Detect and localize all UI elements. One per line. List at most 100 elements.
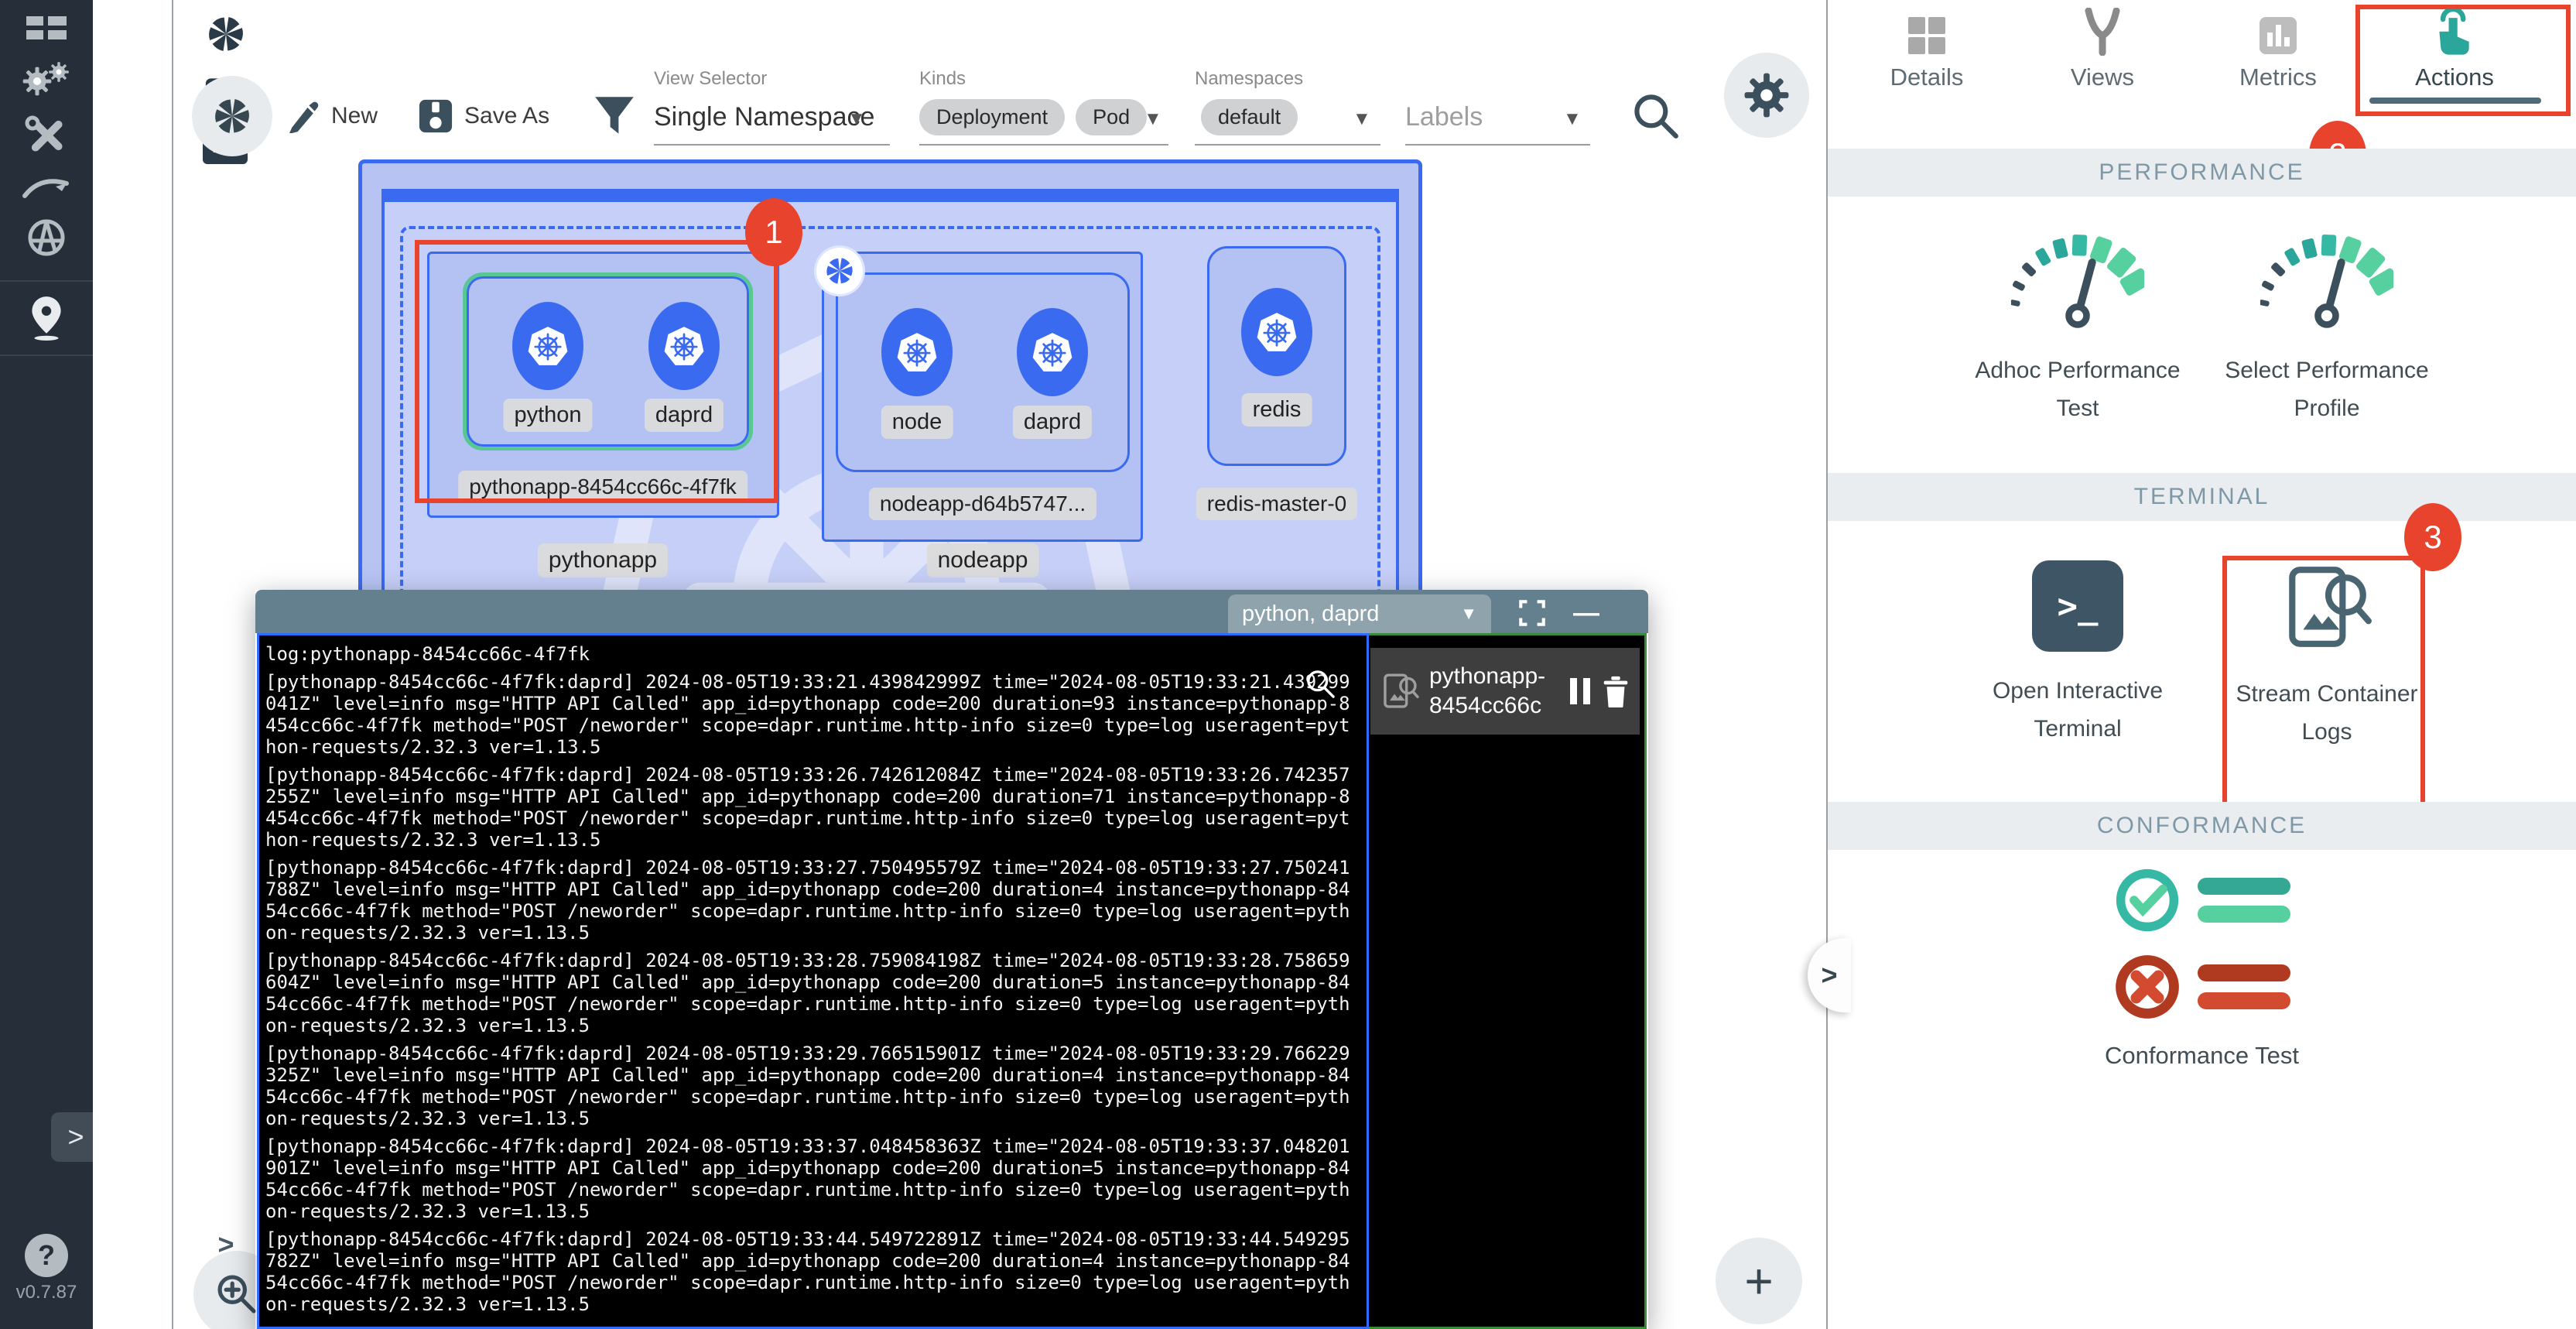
search-icon[interactable] (1631, 91, 1681, 141)
kinds-underline (919, 144, 1168, 146)
log-line: [pythonapp-8454cc66c-4f7fk:daprd] 2024-0… (265, 1228, 1360, 1315)
tab-metrics[interactable]: Metrics (2201, 0, 2355, 104)
namespaces-underline (1195, 144, 1380, 146)
trash-icon[interactable] (1601, 675, 1630, 707)
grid-icon (1849, 0, 2004, 56)
annotation-box-1 (415, 240, 778, 503)
tab-label: Metrics (2201, 63, 2355, 91)
components-sphere-icon[interactable] (0, 211, 93, 265)
stream-logs-icon (1380, 671, 1420, 711)
logo-rail: WA > (93, 0, 173, 1329)
log-output-pane[interactable]: log:pythonapp-8454cc66c-4f7fk [pythonapp… (257, 633, 1369, 1329)
annotation-badge-3: 3 (2404, 503, 2461, 571)
tab-label: Views (2025, 63, 2180, 91)
tab-details[interactable]: Details (1849, 0, 2004, 104)
log-line: [pythonapp-8454cc66c-4f7fk:daprd] 2024-0… (265, 1043, 1360, 1129)
annotation-badge-1: 1 (745, 198, 802, 266)
chevron-down-icon[interactable]: ▼ (1353, 108, 1371, 130)
chevron-down-icon: ▼ (1460, 604, 1477, 624)
container-label: redis (1242, 393, 1312, 426)
log-line: [pythonapp-8454cc66c-4f7fk:daprd] 2024-0… (265, 764, 1360, 851)
container-daprd-icon[interactable] (1017, 308, 1088, 396)
log-line: log:pythonapp-8454cc66c-4f7fk (265, 643, 1360, 665)
log-line: [pythonapp-8454cc66c-4f7fk:daprd] 2024-0… (265, 671, 1360, 758)
location-pin-icon[interactable] (0, 290, 93, 344)
conformance-test-label: Conformance Test (1828, 1042, 2576, 1070)
app-version: v0.7.87 (0, 1282, 93, 1303)
view-selector-value[interactable]: Single Namespace (654, 102, 874, 132)
conformance-checklist-icon[interactable] (1828, 867, 2576, 1020)
terminal-header[interactable]: python, daprd ▼ — (255, 590, 1648, 633)
select-performance-profile-action[interactable]: Select Performance Profile (2195, 229, 2458, 427)
container-label: node (881, 406, 953, 439)
fullscreen-icon[interactable] (1517, 598, 1548, 629)
container-selector-value: python, daprd (1242, 601, 1379, 627)
log-line: [pythonapp-8454cc66c-4f7fk:daprd] 2024-0… (265, 1135, 1360, 1222)
log-line: [pythonapp-8454cc66c-4f7fk:daprd] 2024-0… (265, 857, 1360, 944)
stream-list-pane: pythonapp-8454cc66c (1369, 633, 1647, 1329)
container-redis-icon[interactable] (1241, 288, 1312, 376)
pencil-icon (286, 99, 320, 133)
pod-name-label: nodeapp-d64b5747... (869, 488, 1096, 520)
pod-box-nodeapp[interactable] (836, 272, 1130, 472)
open-interactive-terminal-action[interactable]: >_ Open Interactive Terminal (1946, 560, 2209, 748)
container-label: daprd (1013, 406, 1092, 439)
sidebar-divider (0, 280, 93, 282)
minimize-icon[interactable]: — (1571, 598, 1602, 629)
help-button[interactable]: ? (25, 1234, 68, 1277)
deployment-name-label: nodeapp (927, 543, 1039, 577)
right-panel: Details Views Metrics Actions 2 PERFORMA… (1826, 0, 2576, 1329)
dapr-sidecar-badge-icon (816, 248, 863, 294)
gauge-icon (2195, 229, 2458, 331)
gauge-icon (1946, 229, 2209, 331)
labels-input[interactable]: Labels (1405, 102, 1483, 132)
pod-name-label: redis-master-0 (1196, 488, 1357, 520)
tools-icon[interactable] (0, 108, 93, 163)
labels-underline (1405, 144, 1590, 146)
dashboard-icon[interactable] (0, 6, 93, 60)
save-icon (418, 98, 453, 134)
kinds-label: Kinds (919, 68, 966, 90)
kind-chip-pod[interactable]: Pod (1076, 99, 1147, 135)
namespaces-filter[interactable]: default (1201, 99, 1298, 135)
namespaces-label: Namespaces (1195, 68, 1303, 90)
annotation-box-2 (2355, 5, 2571, 116)
new-button[interactable]: New (286, 94, 378, 138)
tracing-swoosh-icon[interactable] (0, 159, 93, 214)
dapr-scene-button[interactable] (192, 76, 272, 156)
view-selector-underline (654, 144, 890, 146)
section-header-terminal: TERMINAL (1828, 473, 2576, 521)
dapr-logo-icon[interactable] (198, 9, 254, 59)
save-as-label: Save As (464, 103, 549, 129)
add-button[interactable]: + (1716, 1238, 1802, 1324)
left-sidebar: > ? v0.7.87 (0, 0, 93, 1329)
action-label: Test (1946, 389, 2209, 427)
tab-views[interactable]: Views (2025, 0, 2180, 104)
namespace-chip-default[interactable]: default (1201, 99, 1298, 135)
filter-funnel-icon[interactable] (593, 94, 636, 138)
section-header-performance: PERFORMANCE (1828, 149, 2576, 197)
tab-label: Details (1849, 63, 2004, 91)
stream-card[interactable]: pythonapp-8454cc66c (1370, 648, 1640, 735)
section-header-conformance: CONFORMANCE (1828, 802, 2576, 850)
pause-icon[interactable] (1569, 676, 1592, 706)
log-line: [pythonapp-8454cc66c-4f7fk:daprd] 2024-0… (265, 950, 1360, 1036)
save-as-button[interactable]: Save As (418, 94, 549, 138)
container-node-icon[interactable] (881, 308, 953, 396)
terminal-icon: >_ (2032, 560, 2123, 652)
chevron-down-icon[interactable]: ▼ (847, 108, 866, 130)
action-label: Adhoc Performance (1946, 351, 2209, 389)
chevron-down-icon[interactable]: ▼ (1144, 108, 1162, 130)
annotation-box-3 (2222, 556, 2425, 816)
panel-collapse-chevron[interactable]: > (1808, 938, 1851, 1012)
action-label: Profile (2195, 389, 2458, 427)
adhoc-performance-test-action[interactable]: Adhoc Performance Test (1946, 229, 2209, 427)
kinds-filter[interactable]: Deployment Pod (919, 99, 1147, 135)
kind-chip-deployment[interactable]: Deployment (919, 99, 1065, 135)
settings-gear-button[interactable] (1724, 53, 1809, 138)
magnifier-cursor-icon (1304, 667, 1338, 701)
new-label: New (331, 103, 378, 129)
container-selector-dropdown[interactable]: python, daprd ▼ (1228, 594, 1491, 633)
settings-gears-icon[interactable] (0, 56, 93, 110)
chevron-down-icon[interactable]: ▼ (1563, 108, 1582, 130)
